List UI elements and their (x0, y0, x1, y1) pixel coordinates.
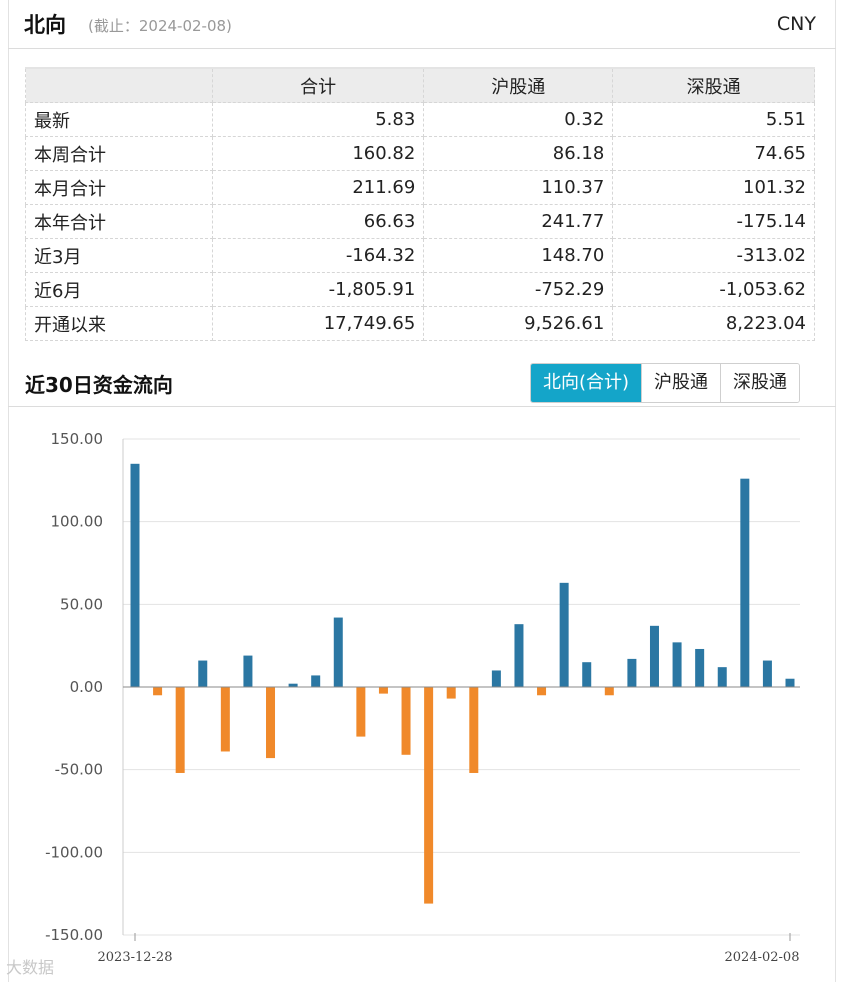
summary-table: 合计 沪股通 深股通 最新 5.83 0.32 5.51 本周合计 160.82… (25, 67, 815, 341)
bar (153, 687, 163, 696)
row-label: 近6月 (25, 272, 213, 307)
cell-sz: -1,053.62 (612, 272, 815, 307)
section-divider (8, 406, 836, 407)
table-header-sh: 沪股通 (423, 67, 614, 103)
cell-sh: 9,526.61 (423, 306, 614, 341)
y-tick-label: -150.00 (45, 926, 103, 944)
table-header-row: 合计 沪股通 深股通 (25, 67, 815, 103)
table-row: 本年合计 66.63 241.77 -175.14 (25, 204, 815, 239)
bar (311, 675, 321, 687)
cell-sh: 0.32 (423, 102, 614, 137)
header: 北向 (截止：2024-02-08) CNY (8, 0, 836, 49)
y-tick-label: 100.00 (51, 513, 104, 531)
bar (649, 625, 659, 687)
tab-northbound-total[interactable]: 北向(合计) (531, 364, 642, 402)
cell-total: 17,749.65 (211, 306, 425, 341)
bar (333, 617, 343, 687)
bar (559, 582, 569, 687)
table-row: 本月合计 211.69 110.37 101.32 (25, 170, 815, 205)
flow-bar-chart: 150.00 100.00 50.00 0.00 -50.00 -100.00 -150.0… (45, 430, 800, 965)
cell-sh: 241.77 (423, 204, 614, 239)
bar (537, 687, 547, 696)
as-of-date: (截止：2024-02-08) (88, 17, 232, 35)
table-row: 本周合计 160.82 86.18 74.65 (25, 136, 815, 171)
cell-sh: -752.29 (423, 272, 614, 307)
cell-sh: 148.70 (423, 238, 614, 273)
row-label: 本年合计 (25, 204, 213, 239)
table-row: 最新 5.83 0.32 5.51 (25, 102, 815, 137)
bar (198, 660, 208, 687)
bar (514, 624, 524, 687)
watermark: 大数据 (6, 958, 55, 977)
table-row: 近3月 -164.32 148.70 -313.02 (25, 238, 815, 273)
bar (627, 658, 637, 687)
bar (762, 660, 772, 687)
y-tick-label: 50.00 (60, 595, 103, 613)
cell-total: -164.32 (211, 238, 425, 273)
cell-sz: 101.32 (612, 170, 815, 205)
cell-total: -1,805.91 (211, 272, 425, 307)
cell-sz: 8,223.04 (612, 306, 815, 341)
table-row: 近6月 -1,805.91 -752.29 -1,053.62 (25, 272, 815, 307)
section-title: 近30日资金流向 (25, 373, 173, 397)
table-row: 开通以来 17,749.65 9,526.61 8,223.04 (25, 306, 815, 341)
bar (220, 687, 230, 752)
bar (491, 670, 501, 687)
y-tick-label: 0.00 (70, 678, 103, 696)
bar (695, 648, 705, 687)
currency-label: CNY (776, 13, 816, 35)
cell-sh: 86.18 (423, 136, 614, 171)
bar (130, 463, 140, 687)
bar (424, 687, 434, 904)
page-title: 北向 (24, 13, 66, 37)
cell-total: 5.83 (211, 102, 425, 137)
row-label: 本周合计 (25, 136, 213, 171)
row-label: 最新 (25, 102, 213, 137)
y-tick-label: -100.00 (45, 843, 103, 861)
table-header-empty (25, 67, 213, 103)
row-label: 本月合计 (25, 170, 213, 205)
cell-sz: -313.02 (612, 238, 815, 273)
cell-sz: 5.51 (612, 102, 815, 137)
tab-shanghai-connect[interactable]: 沪股通 (641, 364, 721, 402)
y-tick-label: -50.00 (55, 761, 103, 779)
bar (740, 478, 750, 687)
x-label-first-date: 2023-12-28 (98, 950, 173, 965)
y-tick-label: 150.00 (51, 430, 104, 448)
cell-total: 211.69 (211, 170, 425, 205)
row-label: 开通以来 (25, 306, 213, 341)
bar (356, 687, 366, 737)
table-header-total: 合计 (211, 67, 425, 103)
bar (243, 655, 253, 687)
cell-sh: 110.37 (423, 170, 614, 205)
tab-shenzhen-connect[interactable]: 深股通 (720, 364, 800, 402)
flow-tabs: 北向(合计) 沪股通 深股通 (530, 363, 801, 403)
bar (401, 687, 411, 755)
bar (672, 642, 682, 687)
cell-sz: -175.14 (612, 204, 815, 239)
cell-sz: 74.65 (612, 136, 815, 171)
bar (785, 678, 795, 687)
bar (469, 687, 479, 773)
bar (266, 687, 276, 759)
bar (717, 667, 727, 687)
bar (582, 662, 592, 687)
bar (446, 687, 456, 699)
cell-total: 160.82 (211, 136, 425, 171)
bar (175, 687, 185, 773)
bar (604, 687, 614, 696)
bar (378, 687, 388, 694)
row-label: 近3月 (25, 238, 213, 273)
x-label-last-date: 2024-02-08 (725, 950, 800, 965)
cell-total: 66.63 (211, 204, 425, 239)
table-header-sz: 深股通 (612, 67, 815, 103)
